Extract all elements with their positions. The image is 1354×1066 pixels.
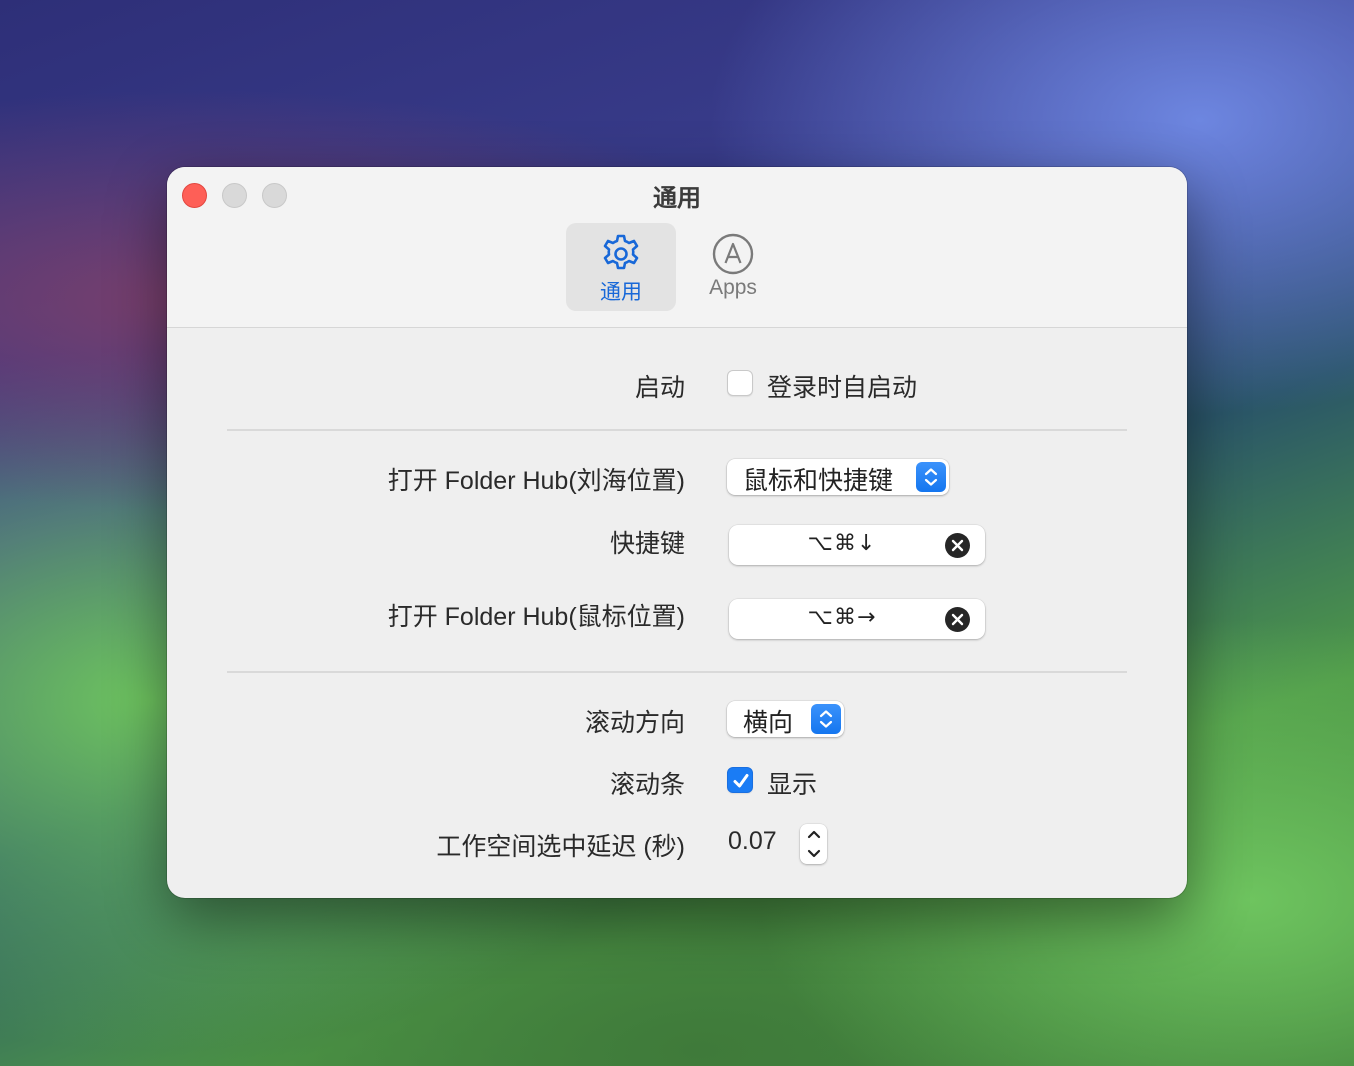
section-divider (227, 429, 1127, 431)
gear-icon (603, 234, 639, 270)
tab-general-label: 通用 (600, 281, 642, 304)
chevron-down-icon (807, 849, 821, 858)
scroll-direction-label: 滚动方向 (584, 709, 685, 737)
general-settings-panel: 启动 登录时自启动 打开 Folder Hub(刘海位置) 鼠标和快捷键 快捷键… (167, 328, 1187, 898)
section-divider (227, 671, 1127, 673)
shortcut-keys: ⌥⌘↓ (807, 531, 877, 556)
open-mouse-label: 打开 Folder Hub(鼠标位置) (387, 603, 685, 631)
show-scrollbar-text: 显示 (767, 771, 818, 799)
scroll-direction-selected: 横向 (743, 709, 794, 737)
open-notch-popup[interactable]: 鼠标和快捷键 (727, 459, 949, 495)
titlebar-toolbar: 通用 通用 Apps (167, 167, 1187, 328)
tab-general[interactable]: 通用 (566, 223, 676, 311)
decrement-button[interactable] (800, 844, 827, 864)
open-mouse-shortcut-recorder[interactable]: ⌥⌘→ (729, 599, 985, 639)
checkmark-icon (733, 774, 749, 788)
shortcut-recorder[interactable]: ⌥⌘↓ (729, 525, 985, 565)
tab-apps-label: Apps (709, 276, 757, 299)
popup-chevrons-icon (916, 462, 946, 492)
shortcut-label: 快捷键 (609, 530, 685, 558)
workspace-delay-stepper[interactable] (800, 824, 827, 864)
launch-at-login-text: 登录时自启动 (767, 374, 918, 402)
popup-chevrons-icon (811, 704, 841, 734)
launch-at-login-checkbox[interactable] (727, 370, 753, 396)
circle-a-icon (712, 233, 754, 275)
scroll-direction-popup[interactable]: 横向 (727, 701, 844, 737)
tab-apps[interactable]: Apps (678, 223, 788, 311)
open-notch-label: 打开 Folder Hub(刘海位置) (387, 467, 685, 495)
show-scrollbar-checkbox[interactable] (727, 767, 753, 793)
preferences-window: 通用 通用 Apps 启动 登录时自启动 打开 Folder Hub(刘海位置)… (167, 167, 1187, 898)
window-title: 通用 (653, 185, 701, 212)
scrollbar-label: 滚动条 (609, 771, 685, 799)
launch-label: 启动 (634, 374, 685, 402)
open-mouse-keys: ⌥⌘→ (807, 605, 877, 630)
workspace-delay-value[interactable]: 0.07 (728, 827, 777, 856)
workspace-delay-label: 工作空间选中延迟 (秒) (436, 833, 685, 861)
increment-button[interactable] (800, 824, 827, 844)
clear-shortcut-icon[interactable] (945, 533, 970, 558)
open-notch-selected: 鼠标和快捷键 (743, 467, 894, 495)
chevron-up-icon (807, 830, 821, 839)
clear-shortcut-icon[interactable] (945, 607, 970, 632)
